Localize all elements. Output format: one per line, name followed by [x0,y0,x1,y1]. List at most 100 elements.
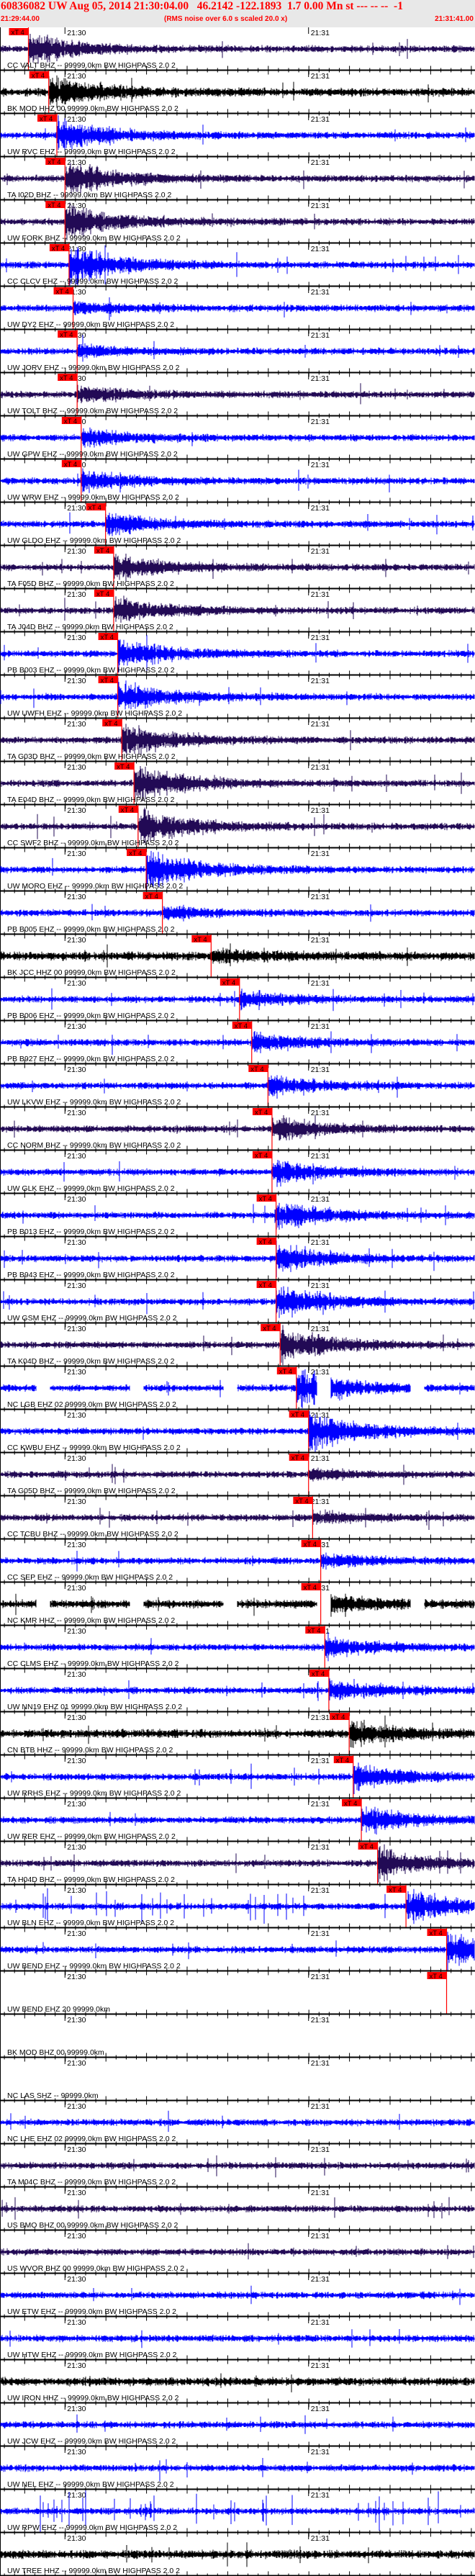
trace-panel: 21:30 21:31 UW RPW EHZ -- 99999.0km BW HIG… [0,2490,475,2537]
time-tick-label: 21:31 [311,850,330,858]
pick-marker-label: xT 4 [32,72,45,80]
waveform [0,1031,475,1055]
station-label: UW BLN EHZ -- 99999.0km BW HIGHPASS 2.0 … [7,1919,174,1927]
pick-marker-label: xT 4 [11,29,24,37]
station-label: UW GLK EHZ -- 99999.0km BW HIGHPASS 2.0 … [7,1184,175,1193]
time-tick-label: 21:31 [311,1109,330,1117]
trace-panel: 21:30 21:31 xT 4 TA J04D BHZ -- 99999.0km B… [0,589,475,636]
time-tick-label: 21:31 [311,1325,330,1333]
time-tick-label: 21:30 [67,720,86,729]
pick-marker-label: xT 4 [121,806,134,814]
trace-panel: 21:30 21:31 BK MOD BHZ 00 99999.0km [0,2014,475,2062]
station-label: CC NORM BHZ -- 99999.0km BW HIGHPASS 2.0… [7,1141,181,1150]
station-label: UW NEL EHZ -- 99999.0km BW HIGHPASS 2.0 … [7,2480,174,2489]
trace-panel: 21:30 21:31 xT 4 UW BLN EHZ -- 99999.0km BW… [0,1885,475,1932]
trace-panel: 21:30 21:31 UW ETW EHZ -- 99999.0km BW HIG… [0,2274,475,2321]
station-label: UW GPW EHZ -- 99999.0km BW HIGHPASS 2.0 … [7,450,178,459]
trace-panel: 21:30 21:31 xT 4 CC CLCV EHZ -- 99999.0km B… [0,243,475,291]
station-label: CC SEP EHZ -- 99999.0km BW HIGHPASS 2.0 … [7,1573,173,1582]
pick-marker-label: xT 4 [89,504,101,512]
time-tick-label: 21:30 [67,2145,86,2154]
trace-panel: 21:30 21:31 xT 4 TA I02D BHZ -- 99999.0km B… [0,157,475,204]
pick-marker-label: xT 4 [344,1800,357,1808]
station-label: UW FORK BHZ -- 99999.0km BW HIGHPASS 2.0… [7,234,181,243]
station-label: UW RER EHZ -- 99999.0km BW HIGHPASS 2.0 … [7,1832,176,1841]
trace-panel: 21:30 21:31 xT 4 UW BEND EHZ -- 99999.0km B… [0,1928,475,1976]
time-tick-label: 21:30 [67,2318,86,2327]
pick-marker-label: xT 4 [48,158,60,166]
trace-panel: 21:30 21:31 US BMO BHZ 00 99999.0km BW HIG… [0,2187,475,2235]
time-tick-label: 21:30 [67,1670,86,1679]
trace-panel: 21:30 21:31 xT 4 TA K04D BHZ -- 99999.0km B… [0,1323,475,1371]
trace-panel: 21:30 21:31 NC LAS SHZ -- 99999.0km [0,2058,475,2105]
time-tick-label: 21:31 [311,2059,330,2068]
station-label: TA G03D BHZ -- 99999.0km BW HIGHPASS 2.0… [7,752,176,761]
pick-marker-label: xT 4 [291,1411,304,1419]
station-label: UW TREE HHZ -- 99999.0km BW HIGHPASS 2.0… [7,2567,180,2575]
pick-marker-label: xT 4 [361,1843,374,1851]
trace-panel: 21:30 21:31 UW TREE HHZ -- 99999.0km BW HI… [0,2533,475,2576]
trace-panel: 21:30 21:31 xT 4 CN BTB HHZ -- 99999.0km BW… [0,1712,475,1760]
time-tick-label: 21:30 [67,806,86,815]
trace-panel: 21:30 21:31xT 4CC KWBU EHZ -- 99999.0km B… [0,1410,475,1457]
time-tick-label: 21:30 [67,1973,86,1981]
station-label: CN BTB HHZ -- 99999.0km BW HIGHPASS 2.0 … [7,1746,173,1755]
time-tick-label: 21:31 [311,1238,330,1247]
time-tick-label: 21:31 [311,590,330,599]
time-tick-label: 21:31 [311,202,330,210]
time-tick-label: 21:31 [311,2318,330,2327]
station-label: TA K04D BHZ -- 99999.0km BW HIGHPASS 2.0… [7,1357,175,1366]
station-label: UW GLDO EHZ -- 99999.0km BW HIGHPASS 2.0… [7,536,181,545]
station-label: TA E04D BHZ -- 99999.0km BW HIGHPASS 2.0… [7,796,175,804]
time-tick-label: 21:30 [67,2016,86,2025]
trace-panel: 21:30 21:31 xT 4 UW BEND EHZ 20 99999.0km [0,1971,475,2019]
trace-panel: 21:30 21:31 xT 4 UW RRHS EHZ -- 99999.0km B… [0,1755,475,1803]
waveform [0,2285,475,2305]
time-tick-label: 21:30 [67,2232,86,2241]
waveform [0,1286,475,1318]
time-tick-label: 21:31 [311,936,330,945]
station-label: PB B005 EHZ -- 99999.0km BW HIGHPASS 2.0… [7,925,175,934]
time-tick-label: 21:30 [67,1282,86,1290]
time-tick-label: 21:31 [311,1454,330,1463]
event-title: 60836082 UW Aug 05, 2014 21:30:04.00 46.… [1,0,403,12]
trace-panel: 21:30 21:31 xT 4 UW LKVW EHZ -- 99999.0km B… [0,1064,475,1112]
pick-marker-label: xT 4 [389,1886,402,1894]
time-tick-label: 21:31 [311,1800,330,1809]
pick-marker-label: xT 4 [64,461,77,469]
time-tick-label: 21:31 [311,1066,330,1074]
trace-panel: 21:30 21:31 xT 4 TA G03D BHZ -- 99999.0km B… [0,719,475,766]
time-tick-label: 21:31 [311,288,330,297]
time-tick-label: 21:30 [67,1541,86,1549]
station-label: UW JCW EHZ -- 99999.0km BW HIGHPASS 2.0 … [7,2437,176,2446]
pick-marker-label: xT 4 [194,936,207,944]
trace-panel: 21:30 21:31 xT 4 UW UWFH EHZ -- 99999.0km B… [0,675,475,723]
pick-marker-label: xT 4 [101,634,114,641]
time-tick-label: 21:30 [67,2189,86,2197]
time-tick-label: 21:31 [311,418,330,426]
pick-marker-label: xT 4 [312,1670,325,1678]
time-tick-label: 21:30 [67,1454,86,1463]
station-label: TA J04D BHZ -- 99999.0km BW HIGHPASS 2.0… [7,623,173,631]
trace-panel: 21:30 21:31 xT 4 TA H04D BHZ -- 99999.0km B… [0,1842,475,1889]
waveform [0,34,475,64]
time-tick-label: 21:30 [67,504,86,513]
time-tick-label: 21:30 [67,115,86,124]
station-label: PB B927 EHZ -- 99999.0km BW HIGHPASS 2.0… [7,1055,175,1063]
station-label: UW RPW EHZ -- 99999.0km BW HIGHPASS 2.0 … [7,2523,177,2532]
station-label: CC KWBU EHZ -- 99999.0km BW HIGHPASS 2.0… [7,1444,181,1452]
waveform [0,2458,475,2482]
time-tick-label: 21:30 [67,2102,86,2111]
time-tick-label: 21:30 [67,1713,86,1722]
station-label: CC CLMS EHZ -- 99999.0km BW HIGHPASS 2.0… [7,1659,179,1668]
station-label: US BMO BHZ 00 99999.0km BW HIGHPASS 2.0 … [7,2221,178,2230]
time-tick-label: 21:30 [67,245,86,253]
pick-marker-label: xT 4 [60,331,73,339]
time-tick-label: 21:31 [311,2275,330,2284]
pick-marker-label: xT 4 [129,850,142,857]
time-tick-label: 21:30 [67,1886,86,1895]
time-tick-label: 21:30 [67,1066,86,1074]
waveform [0,724,475,756]
pick-marker-label: xT 4 [96,547,109,555]
station-label: CC SWF2 BHZ -- 99999.0km BW HIGHPASS 2.0… [7,839,179,847]
